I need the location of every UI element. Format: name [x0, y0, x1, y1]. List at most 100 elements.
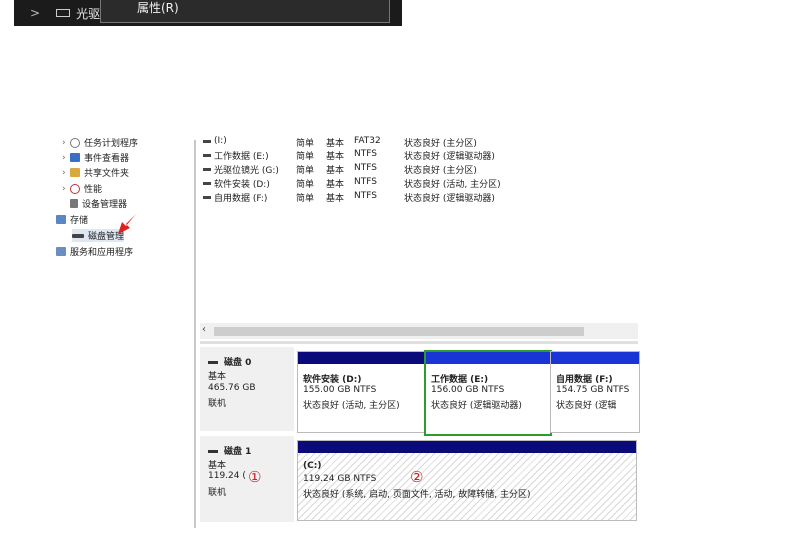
- marker-1: ①: [248, 468, 262, 486]
- volume-layout: 简单: [296, 152, 315, 162]
- partition-name: (C:): [303, 461, 322, 471]
- tree-item-event-viewer[interactable]: › 事件查看器: [62, 151, 130, 165]
- chevron-right-icon[interactable]: >: [30, 6, 40, 20]
- volume-icon: [203, 140, 211, 143]
- partition-bar: [551, 352, 639, 364]
- chevron-right-icon[interactable]: ›: [62, 168, 70, 178]
- disk-1-size: 119.24 (: [208, 471, 246, 481]
- partition-bar: [298, 441, 636, 453]
- volume-status: 状态良好 (逻辑驱动器): [404, 194, 495, 204]
- partition-size: 154.75 GB NTFS: [556, 385, 630, 395]
- tree-label: 设备管理器: [82, 200, 128, 210]
- navigation-tree: › 任务计划程序 › 事件查看器 › 共享文件夹 › 性能 设备管理器 存储 磁…: [56, 134, 196, 274]
- red-arrow-annotation: [118, 212, 138, 234]
- volume-type: 基本: [326, 194, 345, 204]
- partition-size: 155.00 GB NTFS: [303, 385, 377, 395]
- drive-icon: [56, 9, 71, 17]
- tree-label: 事件查看器: [84, 154, 130, 164]
- disk-0-header: 磁盘 0: [208, 355, 251, 368]
- storage-icon: [56, 215, 66, 224]
- volume-icon: [203, 168, 211, 171]
- volume-name: 软件安装 (D:): [214, 180, 270, 190]
- explorer-drive-row[interactable]: > 光驱: [14, 0, 100, 26]
- volume-type: 基本: [326, 152, 345, 162]
- volume-name: 工作数据 (E:): [214, 152, 269, 162]
- disk-1-name: 磁盘 1: [224, 447, 252, 457]
- volume-type: 基本: [326, 180, 345, 190]
- partition-status: 状态良好 (系统, 启动, 页面文件, 活动, 故障转储, 主分区): [303, 490, 531, 500]
- scrollbar-thumb[interactable]: [214, 327, 584, 336]
- tree-item-device-manager[interactable]: 设备管理器: [70, 197, 127, 210]
- volume-fs: NTFS: [354, 163, 377, 173]
- disk-icon: [208, 450, 218, 453]
- volume-layout: 简单: [296, 166, 315, 176]
- partition-e[interactable]: 工作数据 (E:) 156.00 GB NTFS 状态良好 (逻辑驱动器): [424, 350, 552, 436]
- tree-item-services-apps[interactable]: 服务和应用程序: [56, 245, 133, 258]
- drive-label: 光驱: [76, 6, 101, 21]
- partition-name: 自用数据 (F:): [556, 375, 613, 385]
- volume-icon: [203, 196, 211, 199]
- chevron-right-icon[interactable]: ›: [62, 153, 70, 163]
- tree-label: 存储: [70, 216, 89, 226]
- tree-item-performance[interactable]: › 性能: [62, 182, 102, 195]
- partition-status: 状态良好 (活动, 主分区): [303, 401, 400, 411]
- disk-1-type: 基本: [208, 461, 227, 471]
- volume-icon: [203, 182, 211, 185]
- volume-fs: NTFS: [354, 191, 377, 201]
- volume-layout: 简单: [296, 180, 315, 190]
- partition-status: 状态良好 (逻辑: [556, 401, 617, 411]
- volume-list: (I:) 简单 基本 FAT32 状态良好 (主分区) 工作数据 (E:) 简单…: [200, 134, 638, 324]
- menu-item-properties[interactable]: 属性(R): [137, 0, 179, 16]
- tree-label: 性能: [84, 185, 103, 195]
- marker-2: ②: [410, 468, 424, 486]
- volume-fs: FAT32: [354, 136, 381, 146]
- volume-fs: NTFS: [354, 177, 377, 187]
- volume-layout: 简单: [296, 139, 315, 149]
- disk-icon: [208, 361, 218, 364]
- pane-separator[interactable]: [200, 341, 638, 344]
- volume-status: 状态良好 (逻辑驱动器): [404, 152, 495, 162]
- volume-name: (I:): [214, 136, 227, 146]
- disk-1-header: 磁盘 1: [208, 444, 251, 457]
- volume-status: 状态良好 (主分区): [404, 139, 477, 149]
- services-icon: [56, 247, 66, 256]
- tree-item-storage[interactable]: 存储: [56, 213, 88, 226]
- disk-0-state: 联机: [208, 399, 227, 409]
- disk-icon: [72, 233, 84, 238]
- partition-d[interactable]: 软件安装 (D:) 155.00 GB NTFS 状态良好 (活动, 主分区): [297, 351, 426, 433]
- volume-fs: NTFS: [354, 149, 377, 159]
- partition-bar: [298, 352, 425, 364]
- tree-label: 共享文件夹: [84, 169, 130, 179]
- event-log-icon: [70, 153, 80, 162]
- tree-item-shared-folders[interactable]: › 共享文件夹: [62, 166, 130, 180]
- partition-name: 软件安装 (D:): [303, 375, 362, 385]
- partition-bar: [426, 352, 550, 364]
- horizontal-scrollbar[interactable]: ‹: [200, 323, 638, 339]
- volume-icon: [203, 154, 211, 157]
- tree-label: 任务计划程序: [84, 139, 139, 149]
- partition-size: 119.24 GB NTFS: [303, 474, 377, 484]
- tree-item-task-scheduler[interactable]: › 任务计划程序: [62, 136, 138, 149]
- volume-name: 光驱位镜光 (G:): [214, 166, 279, 176]
- disk-0-name: 磁盘 0: [224, 358, 252, 368]
- performance-icon: [70, 183, 80, 194]
- volume-status: 状态良好 (主分区): [404, 166, 477, 176]
- partition-status: 状态良好 (逻辑驱动器): [431, 401, 522, 411]
- scroll-left-icon[interactable]: ‹: [202, 324, 206, 335]
- disk-0-info[interactable]: 磁盘 0 基本 465.76 GB 联机: [200, 347, 294, 431]
- context-menu: 属性(R): [100, 0, 390, 23]
- volume-name: 自用数据 (F:): [214, 194, 268, 204]
- volume-status: 状态良好 (活动, 主分区): [404, 180, 501, 190]
- partition-c[interactable]: (C:) 119.24 GB NTFS 状态良好 (系统, 启动, 页面文件, …: [297, 440, 637, 521]
- disk-0-type: 基本: [208, 372, 227, 382]
- chevron-right-icon[interactable]: ›: [62, 184, 70, 194]
- partition-name: 工作数据 (E:): [431, 375, 489, 385]
- partition-f[interactable]: 自用数据 (F:) 154.75 GB NTFS 状态良好 (逻辑: [550, 351, 640, 433]
- disk-1-info[interactable]: 磁盘 1 基本 119.24 ( 联机: [200, 436, 294, 522]
- clock-icon: [70, 137, 80, 148]
- volume-layout: 简单: [296, 194, 315, 204]
- pane-divider[interactable]: [194, 140, 196, 528]
- chevron-right-icon[interactable]: ›: [62, 138, 70, 148]
- disk-0-size: 465.76 GB: [208, 383, 256, 393]
- partition-size: 156.00 GB NTFS: [431, 385, 505, 395]
